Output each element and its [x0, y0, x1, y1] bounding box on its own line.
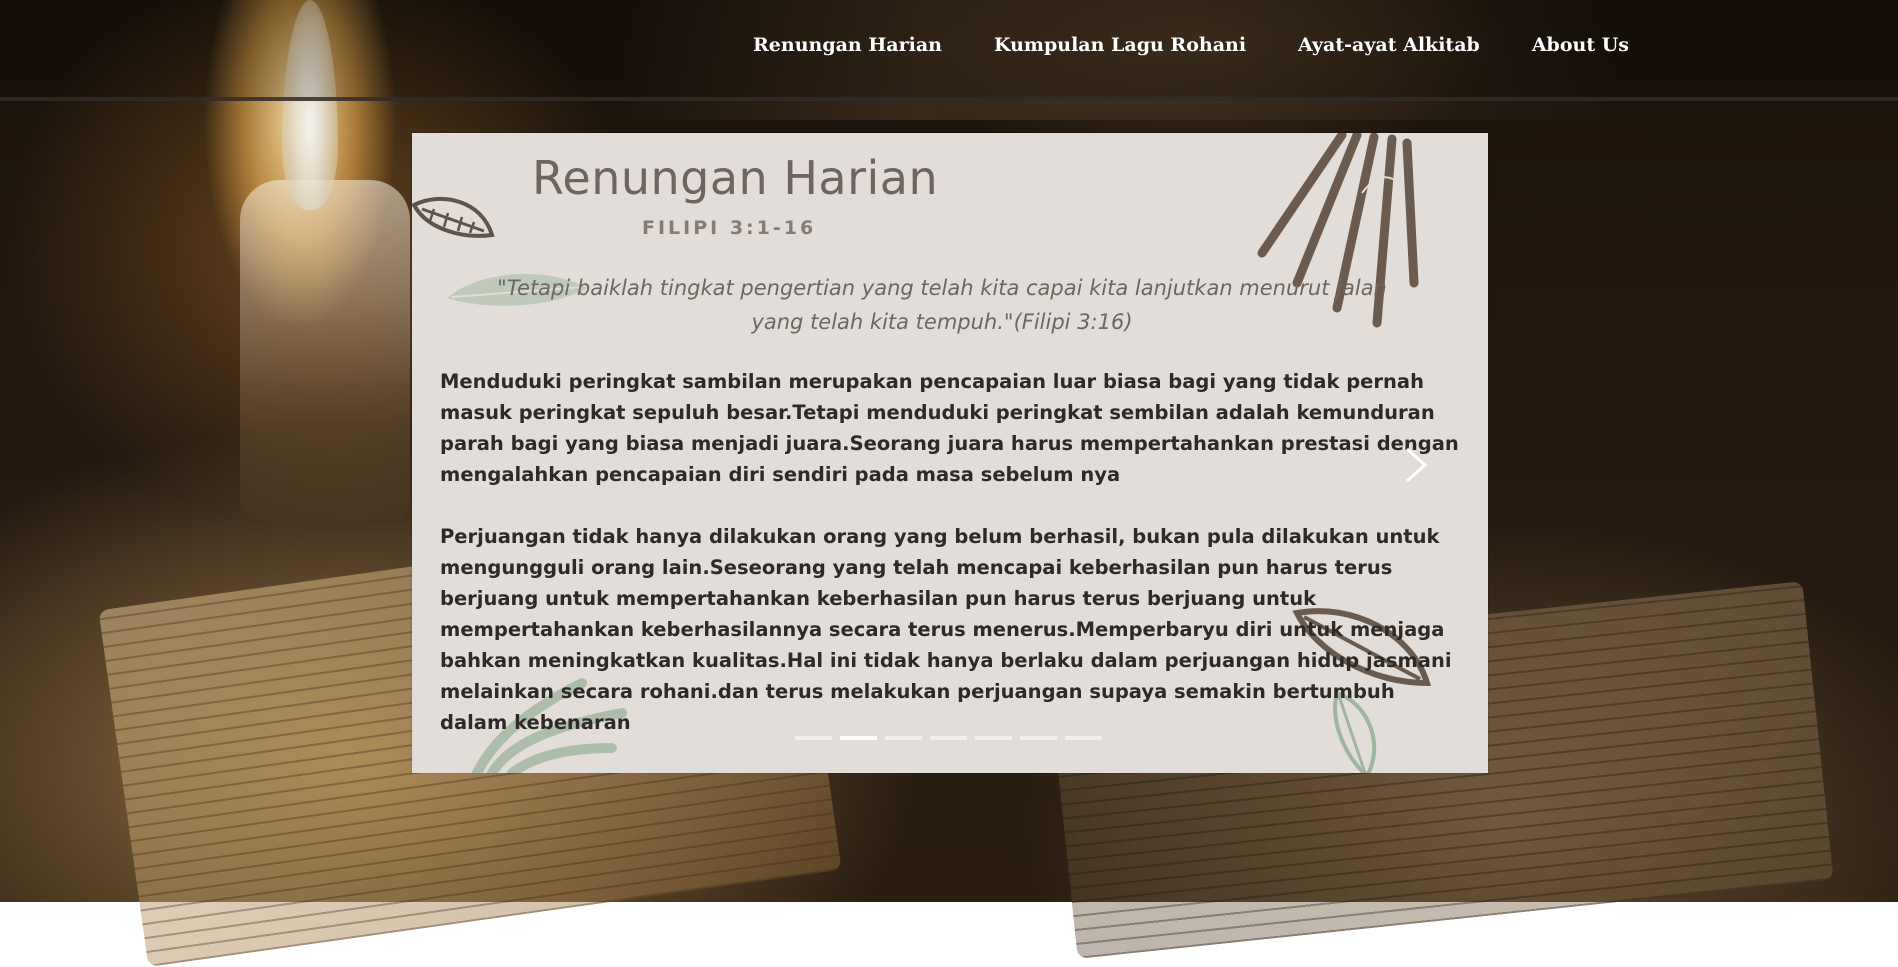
- nav-item-ayat-ayat-alkitab[interactable]: Ayat-ayat Alkitab: [1298, 34, 1480, 56]
- background-candle: [240, 180, 410, 520]
- nav-menu: Renungan Harian Kumpulan Lagu Rohani Aya…: [753, 34, 1629, 56]
- top-navbar: Renungan Harian Kumpulan Lagu Rohani Aya…: [0, 0, 1898, 101]
- carousel-indicator[interactable]: [1065, 736, 1102, 740]
- nav-item-kumpulan-lagu-rohani[interactable]: Kumpulan Lagu Rohani: [994, 34, 1246, 56]
- carousel-indicator[interactable]: [1020, 736, 1057, 740]
- carousel-indicator[interactable]: [975, 736, 1012, 740]
- carousel-indicator[interactable]: [885, 736, 922, 740]
- chevron-right-icon[interactable]: [1397, 445, 1431, 485]
- bible-reference: FILIPI 3:1-16: [642, 217, 817, 239]
- carousel-slide: Renungan Harian FILIPI 3:1-16 "Tetapi ba…: [412, 133, 1488, 773]
- devotional-body: Menduduki peringkat sambilan merupakan p…: [440, 366, 1465, 769]
- bible-quote: "Tetapi baiklah tingkat pengertian yang …: [452, 271, 1432, 339]
- slide-title: Renungan Harian: [532, 151, 939, 205]
- leaf-top-left-icon: [412, 196, 495, 238]
- carousel-indicator-active[interactable]: [840, 736, 877, 740]
- bible-quote-line-2: yang telah kita tempuh."(Filipi 3:16): [751, 310, 1133, 334]
- nav-item-renungan-harian[interactable]: Renungan Harian: [753, 34, 942, 56]
- carousel-indicator[interactable]: [930, 736, 967, 740]
- devotional-paragraph-2: Perjuangan tidak hanya dilakukan orang y…: [440, 525, 1452, 734]
- carousel-indicator[interactable]: [795, 736, 832, 740]
- carousel-indicators: [795, 736, 1102, 740]
- nav-item-about-us[interactable]: About Us: [1532, 34, 1629, 56]
- bible-quote-line-1: "Tetapi baiklah tingkat pengertian yang …: [497, 276, 1387, 300]
- devotional-paragraph-1: Menduduki peringkat sambilan merupakan p…: [440, 370, 1459, 486]
